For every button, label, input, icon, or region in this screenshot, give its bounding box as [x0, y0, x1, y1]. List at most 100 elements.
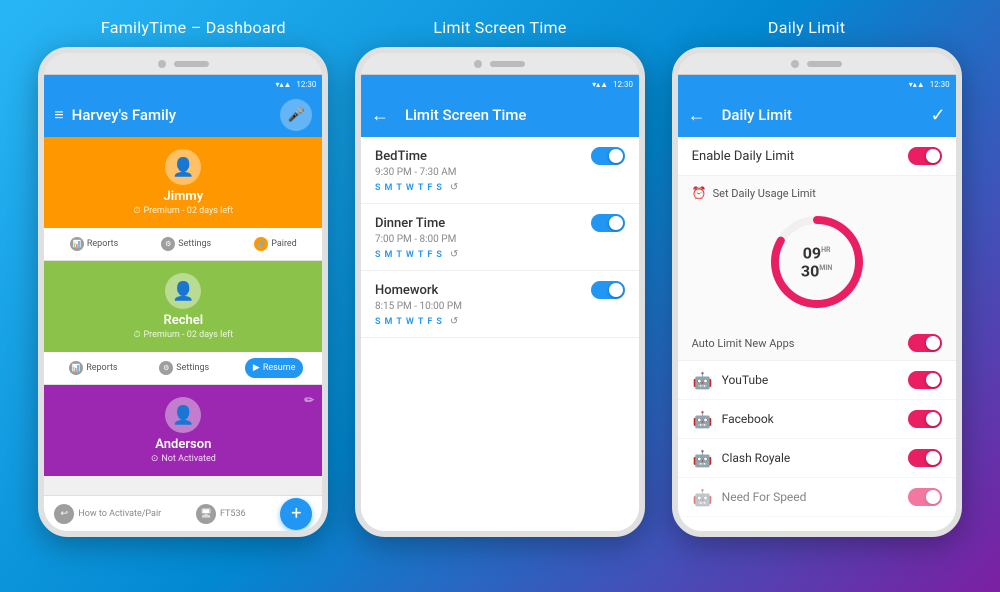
rechel-name: Rechel	[163, 313, 203, 328]
dinner-header: Dinner Time	[375, 214, 625, 232]
clash-royale-icon: 🤖	[692, 447, 714, 469]
jimmy-name: Jimmy	[163, 189, 203, 204]
user-card-jimmy: 👤 Jimmy ⏱ Premium - 02 days left	[44, 137, 322, 228]
phone3-title: Daily Limit	[653, 18, 960, 37]
refresh-icon-3: ↺	[450, 316, 458, 327]
phone2-screen: ▾▴▲ 12:30 ← Limit Screen Time BedTime 9:…	[361, 75, 639, 531]
camera-dot	[158, 60, 166, 68]
clash-royale-name: Clash Royale	[722, 451, 791, 465]
ft-icon: 🖥	[196, 504, 216, 524]
jimmy-settings-btn[interactable]: ⚙ Settings	[155, 234, 217, 254]
jimmy-paired-btn[interactable]: 🔗 Paired	[248, 234, 303, 254]
phone1-top	[44, 53, 322, 75]
jimmy-actions: 📊 Reports ⚙ Settings 🔗 Paired	[44, 228, 322, 261]
circular-timer[interactable]: 09HR 30MIN	[767, 212, 867, 312]
phone1-app-title: Harvey's Family	[72, 106, 281, 124]
bedtime-toggle[interactable]	[591, 147, 625, 165]
bedtime-days: S M T W T F S ↺	[375, 182, 625, 193]
facebook-row: 🤖 Facebook	[678, 400, 956, 439]
jimmy-reports-btn[interactable]: 📊 Reports	[64, 234, 124, 254]
phone2-top	[361, 53, 639, 75]
homework-label: Homework	[375, 283, 438, 298]
refresh-icon-2: ↺	[450, 249, 458, 260]
bedtime-header: BedTime	[375, 147, 625, 165]
auto-limit-label: Auto Limit New Apps	[692, 337, 795, 350]
phone2-title: Limit Screen Time	[347, 18, 654, 37]
phone1-title: FamilyTime – Dashboard	[40, 18, 347, 37]
time-display-1: 12:30	[296, 80, 316, 89]
paired-icon: 🔗	[254, 237, 268, 251]
clash-royale-toggle[interactable]	[908, 449, 942, 467]
circle-icon: ⊙	[151, 454, 159, 464]
time-display-3: 12:30	[930, 80, 950, 89]
phone3-content: Enable Daily Limit ⏰ Set Daily Usage Lim…	[678, 137, 956, 531]
phone2-app-title: Limit Screen Time	[405, 106, 629, 124]
phone1-screen: ▾▴▲ 12:30 ≡ Harvey's Family 🎤 👤 Jimmy	[44, 75, 322, 531]
mic-icon: 🎤	[288, 107, 305, 123]
nfs-row: 🤖 Need For Speed	[678, 478, 956, 517]
check-icon[interactable]: ✓	[931, 105, 946, 126]
usage-limit-header: ⏰ Set Daily Usage Limit	[692, 186, 816, 200]
clock-usage-icon: ⏰	[692, 186, 707, 200]
settings-icon: ⚙	[161, 237, 175, 251]
nfs-name: Need For Speed	[722, 490, 807, 504]
youtube-icon: 🤖	[692, 369, 714, 391]
ft-code-btn[interactable]: 🖥 FT536	[196, 504, 246, 524]
enable-daily-limit-row: Enable Daily Limit	[678, 137, 956, 176]
speaker-grille-2	[490, 61, 525, 67]
anderson-status: ⊙ Not Activated	[151, 454, 216, 464]
youtube-toggle[interactable]	[908, 371, 942, 389]
facebook-toggle[interactable]	[908, 410, 942, 428]
status-icons-1: ▾▴▲ 12:30	[275, 80, 316, 89]
jimmy-status: ⏱ Premium - 02 days left	[133, 206, 233, 216]
enable-daily-toggle[interactable]	[908, 147, 942, 165]
phone1-bottom-bar: ↩ How to Activate/Pair 🖥 FT536 +	[44, 495, 322, 531]
nfs-toggle[interactable]	[908, 488, 942, 506]
auto-limit-toggle[interactable]	[908, 334, 942, 352]
homework-header: Homework	[375, 281, 625, 299]
back-arrow-2[interactable]: ←	[371, 105, 389, 126]
user-card-rechel: 👤 Rechel ⏱ Premium - 02 days left	[44, 261, 322, 352]
homework-time: 8:15 PM - 10:00 PM	[375, 301, 625, 312]
nfs-info: 🤖 Need For Speed	[692, 486, 807, 508]
homework-toggle[interactable]	[591, 281, 625, 299]
status-icons-2: ▾▴▲ 12:30	[592, 80, 633, 89]
refresh-icon-1: ↺	[450, 182, 458, 193]
youtube-row: 🤖 YouTube	[678, 361, 956, 400]
usage-limit-title: Set Daily Usage Limit	[713, 187, 816, 200]
time-display-2: 12:30	[613, 80, 633, 89]
reports-icon: 📊	[70, 237, 84, 251]
status-bar-2: ▾▴▲ 12:30	[361, 75, 639, 93]
nfs-icon: 🤖	[692, 486, 714, 508]
dinner-toggle[interactable]	[591, 214, 625, 232]
dinner-days: S M T W T F S ↺	[375, 249, 625, 260]
phone3-screen: ▾▴▲ 12:30 ← Daily Limit ✓ Enable Daily L…	[678, 75, 956, 531]
facebook-icon: 🤖	[692, 408, 714, 430]
rechel-settings-btn[interactable]: ⚙ Settings	[153, 358, 215, 378]
signal-icon-3: ▾▴▲	[909, 80, 925, 89]
phone1: ▾▴▲ 12:30 ≡ Harvey's Family 🎤 👤 Jimmy	[38, 47, 328, 537]
anderson-avatar: 👤	[165, 397, 201, 433]
status-icons-3: ▾▴▲ 12:30	[909, 80, 950, 89]
mic-button[interactable]: 🎤	[280, 99, 312, 131]
status-bar-1: ▾▴▲ 12:30	[44, 75, 322, 93]
reports-icon-r: 📊	[69, 361, 83, 375]
hamburger-icon[interactable]: ≡	[54, 105, 63, 125]
back-arrow-3[interactable]: ←	[688, 105, 706, 126]
homework-days: S M T W T F S ↺	[375, 316, 625, 327]
rechel-reports-btn[interactable]: 📊 Reports	[63, 358, 123, 378]
phone2: ▾▴▲ 12:30 ← Limit Screen Time BedTime 9:…	[355, 47, 645, 537]
timer-display: 09HR 30MIN	[792, 244, 842, 279]
schedule-bedtime: BedTime 9:30 PM - 7:30 AM S M T W T F S …	[361, 137, 639, 204]
clash-royale-info: 🤖 Clash Royale	[692, 447, 791, 469]
activate-pair-btn[interactable]: ↩ How to Activate/Pair	[54, 504, 161, 524]
auto-limit-row: Auto Limit New Apps	[678, 326, 956, 361]
edit-pencil-icon[interactable]: ✏	[304, 393, 314, 407]
status-bar-3: ▾▴▲ 12:30	[678, 75, 956, 93]
schedule-dinner: Dinner Time 7:00 PM - 8:00 PM S M T W T …	[361, 204, 639, 271]
rechel-resume-btn[interactable]: ▶ Resume	[245, 358, 304, 378]
enable-daily-label: Enable Daily Limit	[692, 149, 795, 164]
fab-add-button[interactable]: +	[280, 498, 312, 530]
phone1-app-bar: ≡ Harvey's Family 🎤	[44, 93, 322, 137]
dinner-label: Dinner Time	[375, 216, 445, 231]
